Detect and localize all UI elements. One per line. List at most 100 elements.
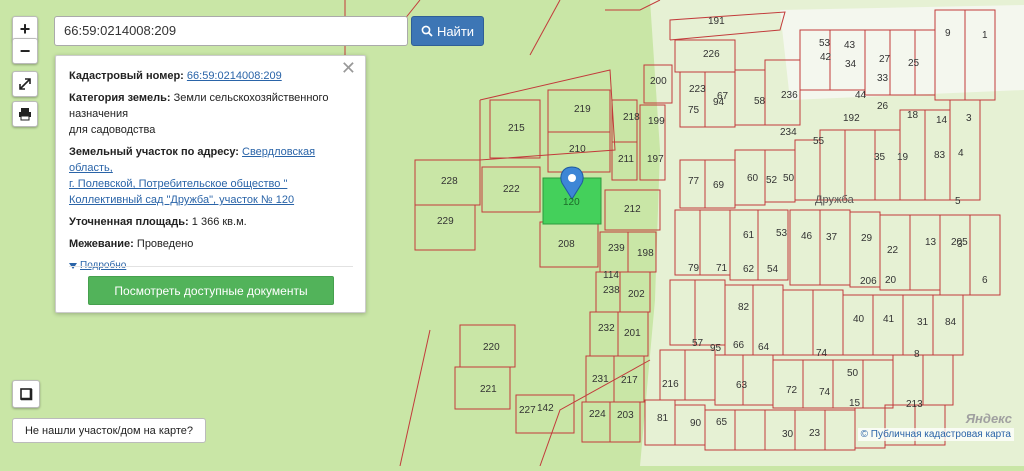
search-button[interactable]: Найти xyxy=(411,16,484,46)
plot-number-label: 192 xyxy=(843,113,860,124)
plot-number-label: 202 xyxy=(628,289,645,300)
plot-number-label: 142 xyxy=(537,403,554,414)
plot-number-label: 54 xyxy=(767,264,779,275)
plot-number-label: 216 xyxy=(662,379,679,390)
plot-number-label: 57 xyxy=(692,338,704,349)
plot-number-label: 74 xyxy=(816,348,828,359)
plot-number-label: 64 xyxy=(758,342,770,353)
plot-number-label: 221 xyxy=(480,384,497,395)
plot-number-label: 71 xyxy=(716,263,728,274)
plot-number-label: 53 xyxy=(776,228,788,239)
zoom-out-button[interactable]: − xyxy=(12,38,38,64)
survey-row: Межевание: Проведено xyxy=(69,236,353,252)
plot-number-label: 201 xyxy=(624,328,641,339)
plot-number-label: 9 xyxy=(945,28,951,39)
plot-number-label: 218 xyxy=(623,112,640,123)
street-label: Дружба xyxy=(815,194,855,206)
plot-number-label: 90 xyxy=(690,418,702,429)
plot-number-label: 50 xyxy=(783,173,795,184)
plot-number-label: 114 xyxy=(603,270,619,281)
plot-number-label: 203 xyxy=(617,410,634,421)
plot-number-label: 25 xyxy=(908,58,920,69)
not-found-button[interactable]: Не нашли участок/дом на карте? xyxy=(12,418,206,443)
plot-number-label: 224 xyxy=(589,409,606,420)
plot-number-label: 236 xyxy=(781,90,798,101)
search-input[interactable]: 66:59:0214008:209 xyxy=(54,16,408,46)
plot-number-label: 23 xyxy=(809,428,821,439)
plot-number-label: 35 xyxy=(874,152,886,163)
plot-number-label: 37 xyxy=(826,232,838,243)
plot-number-label: 34 xyxy=(845,59,857,70)
plot-number-label: 31 xyxy=(917,317,929,328)
plot-number-label: 219 xyxy=(574,104,591,115)
plot-number-label: 66 xyxy=(733,340,745,351)
plot-number-label: 18 xyxy=(907,110,919,121)
print-button[interactable] xyxy=(12,101,38,127)
fullscreen-button[interactable] xyxy=(12,71,38,97)
plot-number-label: 72 xyxy=(786,385,798,396)
plot-number-label: 77 xyxy=(688,176,700,187)
plot-number-label: 26 xyxy=(877,101,889,112)
address-link-2[interactable]: г. Полевской, Потребительское общество " xyxy=(69,178,287,190)
plot-number-label: 198 xyxy=(637,248,654,259)
plot-number-label: 95 xyxy=(710,343,722,354)
search-button-label: Найти xyxy=(436,23,475,39)
plot-number-label: 42 xyxy=(820,52,832,63)
plot-number-label: 14 xyxy=(936,115,948,126)
plot-number-label: 193 xyxy=(0,0,17,3)
plot-number-label: 215 xyxy=(508,123,525,134)
survey-value: Проведено xyxy=(136,238,194,250)
plot-number-label: 83 xyxy=(934,150,946,161)
plot-number-label: 232 xyxy=(598,323,615,334)
category-value-3: для садоводства xyxy=(69,124,156,136)
divider xyxy=(69,266,353,267)
plot-number-label: 208 xyxy=(558,239,575,250)
plot-number-label: 213 xyxy=(906,399,923,410)
plot-number-label: 30 xyxy=(782,429,794,440)
plot-number-label: 33 xyxy=(877,73,889,84)
plot-number-label: 1 xyxy=(982,30,988,41)
plot-number-label: 52 xyxy=(766,175,778,186)
plot-number-label: 20 xyxy=(885,275,897,286)
plot-number-label: 58 xyxy=(754,96,766,107)
map-credit-link[interactable]: © Публичная кадастровая карта xyxy=(857,428,1014,441)
plot-number-label: 19 xyxy=(897,152,909,163)
plot-number-label: 8 xyxy=(914,349,920,360)
plot-number-label: 200 xyxy=(650,76,667,87)
plot-number-label: 84 xyxy=(945,317,957,328)
printer-icon xyxy=(19,108,31,121)
plot-number-label: 27 xyxy=(879,54,891,65)
plot-number-label: 226 xyxy=(703,49,720,60)
area-row: Уточненная площадь: 1 366 кв.м. xyxy=(69,214,353,230)
plot-number-label: 79 xyxy=(688,263,700,274)
plot-number-label: 82 xyxy=(738,302,750,313)
address-link-3[interactable]: Коллективный сад "Дружба", участок № 120 xyxy=(69,194,294,206)
plot-number-label: 65 xyxy=(716,417,728,428)
plot-number-label: 44 xyxy=(855,90,867,101)
view-documents-button[interactable]: Посмотреть доступные документы xyxy=(88,276,334,305)
plot-number-label: 234 xyxy=(780,127,797,138)
plot-number-label: 74 xyxy=(819,387,831,398)
yandex-watermark: Яндекс xyxy=(965,411,1012,426)
plot-number-label: 6 xyxy=(982,275,988,286)
plot-number-label: 55 xyxy=(813,136,825,147)
ruler-button[interactable] xyxy=(12,380,40,408)
plot-number-label: 222 xyxy=(503,184,520,195)
cadastral-link[interactable]: 66:59:0214008:209 xyxy=(187,70,282,82)
plot-number-label: 13 xyxy=(925,237,937,248)
plot-number-label: 43 xyxy=(844,40,856,51)
close-icon[interactable]: ✕ xyxy=(341,59,356,77)
plot-number-label: 223 xyxy=(689,84,706,95)
category-label: Категория земель: xyxy=(69,92,171,104)
plot-number-label: 15 xyxy=(849,398,861,409)
area-label: Уточненная площадь: xyxy=(69,216,189,228)
plot-number-label: 50 xyxy=(847,368,859,379)
ruler-icon xyxy=(20,388,33,401)
category-row: Категория земель: Земли сельскохозяйстве… xyxy=(69,90,353,138)
plot-number-label: 60 xyxy=(747,173,759,184)
category-value-2: назначения xyxy=(69,108,129,120)
cadastral-label: Кадастровый номер: xyxy=(69,70,184,82)
plot-number-label: 5 xyxy=(955,196,961,207)
plot-number-label: 4 xyxy=(958,148,964,159)
plot-number-label: 227 xyxy=(519,405,536,416)
